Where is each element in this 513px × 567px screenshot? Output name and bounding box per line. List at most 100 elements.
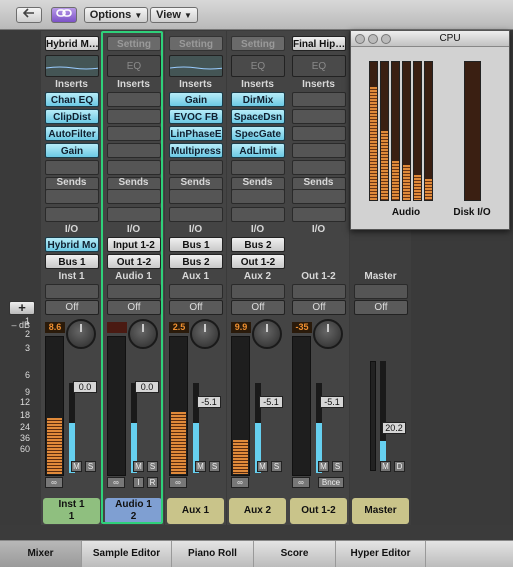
solo-button[interactable]: S (271, 461, 282, 472)
insert-slot[interactable]: Gain (169, 92, 223, 107)
group-slot[interactable] (169, 284, 223, 299)
send-slot[interactable] (292, 207, 346, 222)
mute-button[interactable]: M (380, 461, 391, 472)
view-menu[interactable]: View ▼ (150, 7, 198, 23)
track-name-box[interactable]: Aux 2 (229, 498, 286, 524)
mute-button[interactable]: M (318, 461, 329, 472)
send-slot[interactable] (292, 189, 346, 204)
volume-readout[interactable]: 0.0 (135, 381, 159, 393)
insert-slot[interactable]: DirMix (231, 92, 285, 107)
input-slot[interactable]: Bus 1 (169, 237, 223, 252)
automation-button[interactable]: Off (169, 300, 223, 315)
tab-hyper-editor[interactable]: Hyper Editor (336, 541, 426, 567)
insert-slot[interactable]: Gain (45, 143, 99, 158)
zoom-window-icon[interactable] (381, 34, 391, 44)
mute-button[interactable]: M (257, 461, 268, 472)
insert-slot[interactable]: Multipress (169, 143, 223, 158)
insert-slot-empty[interactable] (292, 109, 346, 124)
send-slot[interactable] (231, 189, 285, 204)
stereo-link-button[interactable]: ∞ (292, 477, 310, 488)
output-slot[interactable]: Bus 1 (45, 254, 99, 269)
add-channel-button[interactable]: + (9, 301, 35, 315)
link-button[interactable] (51, 7, 77, 23)
insert-slot[interactable]: ClipDist (45, 109, 99, 124)
track-name-box[interactable]: Audio 12 (105, 498, 162, 524)
solo-button[interactable]: S (209, 461, 220, 472)
volume-readout[interactable]: -5.1 (259, 396, 283, 408)
eq-button[interactable]: EQ (231, 55, 285, 77)
tab-piano-roll[interactable]: Piano Roll (172, 541, 254, 567)
record-enable-button[interactable]: R (147, 477, 158, 488)
cpu-titlebar[interactable]: CPU (351, 31, 509, 47)
close-window-icon[interactable] (355, 34, 365, 44)
insert-slot-empty[interactable] (107, 160, 161, 175)
insert-slot-empty[interactable] (292, 160, 346, 175)
automation-button[interactable]: Off (292, 300, 346, 315)
insert-slot[interactable]: SpecGate (231, 126, 285, 141)
mute-button[interactable]: M (133, 461, 144, 472)
insert-slot[interactable]: AdLimit (231, 143, 285, 158)
insert-slot[interactable]: AutoFilter (45, 126, 99, 141)
group-slot[interactable] (354, 284, 408, 299)
track-name-box[interactable]: Aux 1 (167, 498, 224, 524)
volume-readout[interactable]: 0.0 (73, 381, 97, 393)
insert-slot[interactable]: SpaceDsn (231, 109, 285, 124)
eq-button[interactable]: EQ (292, 55, 346, 77)
stereo-link-button[interactable]: ∞ (169, 477, 187, 488)
insert-slot-empty[interactable] (107, 92, 161, 107)
automation-button[interactable]: Off (107, 300, 161, 315)
volume-fader[interactable] (380, 361, 386, 471)
tab-mixer[interactable]: Mixer (0, 541, 82, 567)
volume-fader[interactable] (69, 383, 75, 473)
insert-slot[interactable]: EVOC FB (169, 109, 223, 124)
pan-knob[interactable] (313, 319, 343, 349)
insert-slot-empty[interactable] (107, 143, 161, 158)
insert-slot-empty[interactable] (107, 126, 161, 141)
minimize-window-icon[interactable] (368, 34, 378, 44)
pan-knob[interactable] (190, 319, 220, 349)
input-slot[interactable]: Hybrid Mo (45, 237, 99, 252)
options-menu[interactable]: Options ▼ (84, 7, 148, 23)
insert-slot-empty[interactable] (292, 126, 346, 141)
send-slot[interactable] (169, 207, 223, 222)
track-name-box[interactable]: Out 1-2 (290, 498, 347, 524)
solo-button[interactable]: S (147, 461, 158, 472)
input-slot[interactable]: Input 1-2 (107, 237, 161, 252)
send-slot[interactable] (45, 189, 99, 204)
setting-button[interactable]: Final Hip… (292, 36, 346, 51)
solo-button[interactable]: S (332, 461, 343, 472)
stereo-link-button[interactable]: ∞ (45, 477, 63, 488)
insert-slot[interactable]: LinPhaseE (169, 126, 223, 141)
group-slot[interactable] (231, 284, 285, 299)
insert-slot-empty[interactable] (292, 143, 346, 158)
automation-button[interactable]: Off (231, 300, 285, 315)
track-name-box[interactable]: Inst 11 (43, 498, 100, 524)
pan-knob[interactable] (128, 319, 158, 349)
input-slot[interactable]: Bus 2 (231, 237, 285, 252)
output-slot[interactable]: Out 1-2 (107, 254, 161, 269)
setting-button[interactable]: Hybrid M… (45, 36, 99, 51)
output-slot[interactable]: Out 1-2 (231, 254, 285, 269)
setting-button[interactable]: Setting (107, 36, 161, 51)
send-slot[interactable] (107, 207, 161, 222)
volume-readout[interactable]: 20.2 (382, 422, 406, 434)
send-slot[interactable] (107, 189, 161, 204)
volume-fader[interactable] (131, 383, 137, 473)
group-slot[interactable] (292, 284, 346, 299)
bounce-button[interactable]: Bnce (318, 477, 344, 488)
output-slot[interactable]: Bus 2 (169, 254, 223, 269)
insert-slot-empty[interactable] (231, 160, 285, 175)
stereo-link-button[interactable]: ∞ (107, 477, 125, 488)
insert-slot[interactable]: Chan EQ (45, 92, 99, 107)
solo-button[interactable]: D (394, 461, 405, 472)
insert-slot-empty[interactable] (169, 160, 223, 175)
setting-button[interactable]: Setting (231, 36, 285, 51)
group-slot[interactable] (107, 284, 161, 299)
eq-button[interactable]: EQ (107, 55, 161, 77)
insert-slot-empty[interactable] (107, 109, 161, 124)
insert-slot-empty[interactable] (45, 160, 99, 175)
group-slot[interactable] (45, 284, 99, 299)
mute-button[interactable]: M (71, 461, 82, 472)
track-name-box[interactable]: Master (352, 498, 409, 524)
mute-button[interactable]: M (195, 461, 206, 472)
